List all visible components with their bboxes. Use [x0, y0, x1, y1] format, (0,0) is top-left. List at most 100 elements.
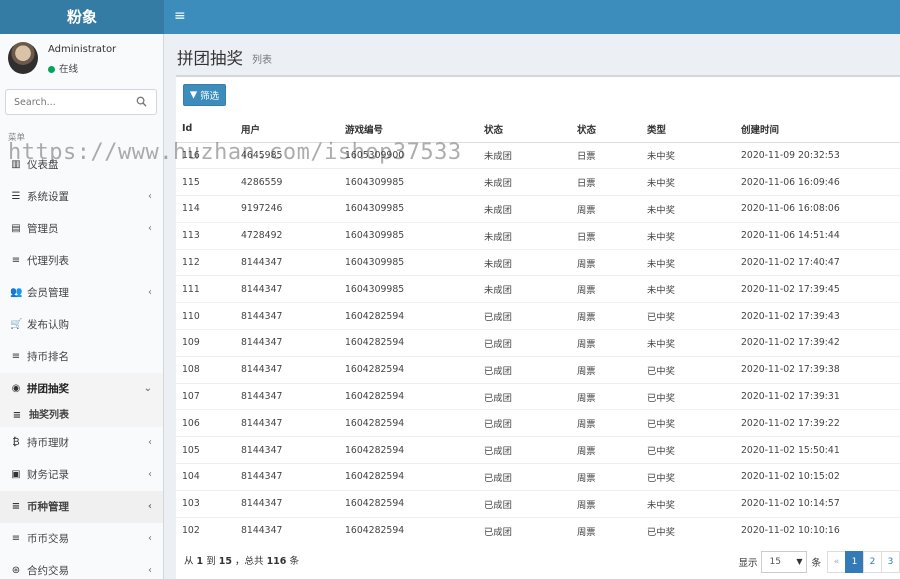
user-panel: Administrator 在线 — [0, 34, 163, 82]
user-status-label: 在线 — [59, 64, 79, 75]
table-cell: 2020-11-02 10:14:57 — [735, 489, 900, 518]
sidebar-item[interactable]: 👥 会员管理 ‹ — [0, 277, 163, 309]
id-card-icon: ▤ — [11, 223, 21, 234]
sidebar-item[interactable]: ◉ 拼团抽奖 ⌄ — [0, 373, 163, 405]
table-cell: 1604282594 — [339, 463, 478, 491]
table-cell: 周票 — [571, 463, 641, 491]
table-cell: 2020-11-02 17:39:43 — [735, 302, 900, 330]
sidebar-search — [5, 89, 157, 115]
list-icon: ≡ — [11, 533, 21, 544]
app-logo[interactable]: 粉象 — [0, 0, 164, 34]
table-cell: 116 — [176, 141, 235, 169]
table-cell: 未中奖 — [641, 221, 735, 250]
info-prefix: 从 — [184, 556, 194, 567]
table-cell: 1604282594 — [339, 329, 478, 357]
table-cell: 107 — [176, 382, 235, 410]
sidebar-item-label: 持币排名 — [27, 351, 69, 363]
filter-button[interactable]: ▼ 筛选 — [183, 84, 226, 106]
sidebar-item[interactable]: ≡ 代理列表 — [0, 245, 163, 277]
table-cell: 8144347 — [235, 355, 339, 384]
sidebar-item[interactable]: ≡ 持币排名 — [0, 341, 163, 373]
table-cell: 已成团 — [478, 409, 571, 437]
table-row: 103 8144347 1604282594 已成团 周票 未中奖 2020-11-02 1… — [176, 489, 900, 518]
table-cell: 周票 — [571, 355, 641, 384]
info-to-word: 到 — [206, 556, 216, 567]
filter-button-label: 筛选 — [200, 91, 220, 102]
table-cell: 1604309985 — [339, 221, 478, 250]
page-size-value: 15 — [769, 557, 781, 567]
page-size-select[interactable]: 15 ▼ — [761, 551, 808, 573]
table-cell: 2020-11-02 17:40:47 — [735, 248, 900, 276]
table-cell: 周票 — [571, 302, 641, 330]
column-header: 状态 — [571, 116, 641, 143]
cart-icon: 🛒 — [10, 319, 23, 330]
table-cell: 周票 — [571, 329, 641, 357]
sidebar-item-label: 系统设置 — [27, 191, 69, 203]
table-row: 109 8144347 1604282594 已成团 周票 未中奖 2020-11-02 1… — [176, 329, 900, 357]
table-row: 114 9197246 1604309985 未成团 周票 未中奖 2020-11-06 1… — [176, 195, 900, 223]
table-body: 116 4645985 1605309900 未成团 日票 未中奖 2020-11-09 2… — [176, 141, 900, 544]
table-cell: 4645985 — [235, 141, 339, 169]
table-cell: 8144347 — [235, 516, 339, 544]
filter-icon: ▼ — [189, 89, 198, 101]
table-cell: 日票 — [571, 141, 641, 169]
sidebar-item-label: 抽奖列表 — [29, 410, 69, 421]
chevron-left-icon: ‹ — [147, 501, 152, 512]
list-icon: ≡ — [11, 351, 21, 362]
table-cell: 已中奖 — [641, 436, 735, 464]
sidebar-item[interactable]: ≡ 抽奖列表 — [0, 405, 163, 427]
sidebar-item[interactable]: ☰ 系统设置 ‹ — [0, 181, 163, 213]
table-cell: 8144347 — [235, 436, 339, 464]
table-cell: 2020-11-02 17:39:42 — [735, 329, 900, 357]
sidebar-item-label: 发布认购 — [27, 319, 69, 331]
table-cell: 已成团 — [478, 463, 571, 491]
table-cell: 102 — [176, 516, 235, 544]
table-cell: 1604282594 — [339, 516, 478, 544]
sidebar-item-label: 代理列表 — [27, 255, 69, 267]
user-status: 在线 — [48, 61, 78, 75]
table-cell: 113 — [176, 221, 235, 250]
sidebar-item[interactable]: ▤ 管理员 ‹ — [0, 213, 163, 245]
table-cell: 115 — [176, 168, 235, 196]
table-row: 112 8144347 1604309985 未成团 周票 未中奖 2020-11-02 1… — [176, 248, 900, 276]
lottery-table: Id 用户 游戏编号 状态 状态 类型 创建时间 116 4645985 1605309900 未… — [176, 116, 900, 544]
sidebar-item[interactable]: ≡ 币种管理 ‹ — [0, 491, 163, 523]
chevron-left-icon: ‹ — [148, 469, 152, 480]
table-cell: 日票 — [571, 221, 641, 250]
table-cell: 106 — [176, 409, 235, 437]
list-icon: ≡ — [12, 410, 22, 421]
table-cell: 8144347 — [235, 275, 339, 303]
search-icon[interactable] — [136, 96, 147, 107]
sidebar-item-label: 合约交易 — [27, 565, 69, 577]
table-cell: 未中奖 — [641, 275, 735, 303]
sidebar-item[interactable]: ▣ 财务记录 ‹ — [0, 459, 163, 491]
info-total: 116 — [266, 556, 287, 567]
tags-icon: ⊛ — [11, 565, 21, 576]
table-cell: 2020-11-02 10:10:16 — [735, 516, 900, 544]
sidebar-item[interactable]: ≡ 币币交易 ‹ — [0, 523, 163, 555]
sliders-icon: ☰ — [11, 191, 21, 202]
table-cell: 已中奖 — [641, 409, 735, 437]
table-cell: 103 — [176, 489, 235, 518]
page-button[interactable]: 2 — [863, 551, 882, 573]
sidebar-toggle-icon[interactable]: ≡ — [174, 8, 188, 24]
page-button[interactable]: 1 — [845, 551, 864, 573]
sidebar-item[interactable]: ₿ 持币理财 ‹ — [0, 427, 163, 459]
sidebar-item[interactable]: 🛒 发布认购 — [0, 309, 163, 341]
table-cell: 4728492 — [235, 221, 339, 250]
table-row: 106 8144347 1604282594 已成团 周票 已中奖 2020-11-02 1… — [176, 409, 900, 437]
table-cell: 已中奖 — [641, 516, 735, 544]
table-cell: 未成团 — [478, 221, 571, 250]
search-input[interactable] — [6, 90, 126, 114]
bar-chart-icon: ▥ — [11, 159, 21, 170]
table-cell: 未中奖 — [641, 329, 735, 357]
sidebar-item[interactable]: ⊛ 合约交易 ‹ — [0, 555, 163, 579]
table-header-row: Id 用户 游戏编号 状态 状态 类型 创建时间 — [176, 116, 900, 143]
content-box: ▼ 筛选 Id 用户 游戏编号 状态 状态 类型 创建时间 116 4645985 160530… — [176, 75, 900, 579]
prev-page-button[interactable]: « — [827, 551, 846, 573]
table-cell: 已中奖 — [641, 382, 735, 410]
page-button[interactable]: 3 — [881, 551, 900, 573]
table-cell: 未成团 — [478, 195, 571, 223]
table-cell: 已成团 — [478, 436, 571, 464]
sidebar-item[interactable]: ▥ 仪表盘 — [0, 149, 163, 181]
